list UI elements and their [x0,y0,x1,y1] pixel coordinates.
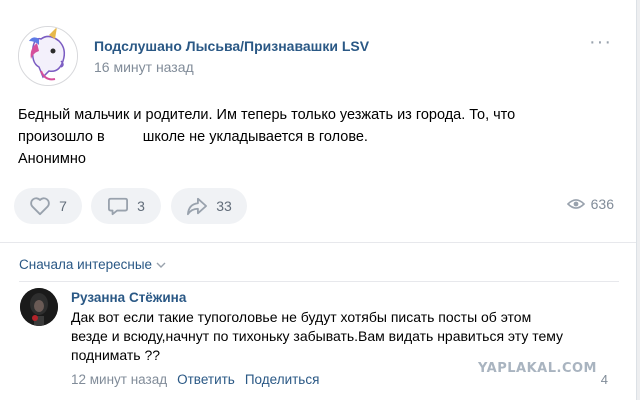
views-counter: 636 [566,196,614,212]
comment-text-line-2: везде и всюду,начнут по тихоньку забыват… [71,328,564,344]
post-text-line-1: Бедный мальчик и родители. Им теперь тол… [18,107,516,123]
post-text-line-2-rest: школе не укладывается в голове. [142,129,368,145]
comment-like-count: 4 [600,372,608,387]
post-actions: 7 3 33 636 [14,188,624,226]
comment-author[interactable]: Рузанна Стёжина [71,290,186,305]
more-icon[interactable]: ··· [589,32,612,52]
share-count: 33 [216,198,232,214]
like-button[interactable]: 7 [14,188,82,224]
post-card: Подслушано Лысьва/Признавашки LSV 16 мин… [0,0,637,400]
heart-icon [30,197,50,216]
share-button[interactable]: 33 [171,188,247,224]
views-count: 636 [590,196,614,212]
comment-meta: 12 минут назад Ответить Поделиться [71,372,319,387]
comment-text-line-1: Дак вот если такие тупоголовье не будут … [71,309,532,325]
post-header: Подслушано Лысьва/Признавашки LSV 16 мин… [18,26,618,86]
comment-text: Дак вот если такие тупоголовье не будут … [71,308,611,365]
comment-button[interactable]: 3 [91,188,161,224]
post-text-line-3: Анонимно [18,151,86,167]
group-name[interactable]: Подслушано Лысьва/Признавашки LSV [94,38,369,54]
comment-count: 3 [137,198,145,214]
comments-sort-selector[interactable]: Сначала интересные [19,257,166,272]
reply-link[interactable]: Ответить [177,372,235,387]
share-link[interactable]: Поделиться [245,372,320,387]
post-text-line-2-prefix: произошло в [18,129,105,145]
unicorn-logo [19,27,77,85]
sort-label: Сначала интересные [19,257,153,272]
like-count: 7 [59,198,67,214]
chevron-down-icon [156,262,166,268]
post-text-line-2: произошло в школе не укладывается в голов… [18,126,618,148]
group-avatar[interactable] [18,26,78,86]
post-time[interactable]: 16 минут назад [94,59,194,75]
post-divider [0,242,636,243]
post-text: Бедный мальчик и родители. Им теперь тол… [18,104,618,170]
commenter-avatar[interactable] [20,288,58,326]
commenter-photo [20,288,58,326]
comment-divider [19,281,619,282]
comment-like-button[interactable]: 4 [601,372,608,387]
comment-time[interactable]: 12 минут назад [71,372,167,387]
watermark: YAPLAKAL.COM [478,361,597,376]
share-icon [187,197,208,216]
eye-icon [566,199,585,209]
comment-icon [108,197,129,216]
